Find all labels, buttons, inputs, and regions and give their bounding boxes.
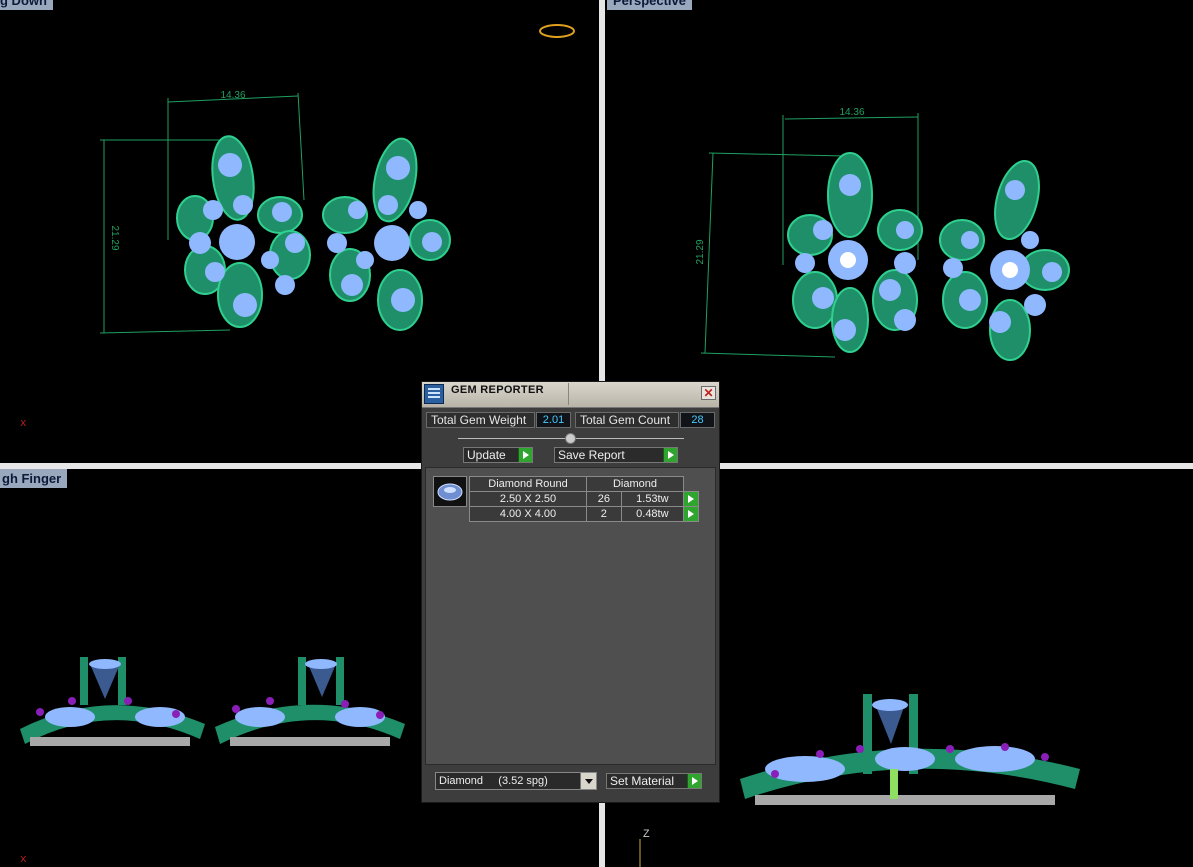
gem-weight: 1.53tw: [620, 491, 685, 507]
update-button-label: Update: [467, 448, 506, 462]
collapse-toggle-knob[interactable]: [565, 433, 576, 444]
gem-size: 4.00 X 4.00: [469, 506, 587, 522]
save-report-button[interactable]: Save Report: [554, 447, 678, 463]
width-dimension: 14.36: [220, 90, 245, 101]
axis-x-label: x: [20, 418, 27, 430]
gem-weight: 0.48tw: [620, 506, 685, 522]
camera-gizmo[interactable]: [539, 24, 575, 38]
front-right-earring: [215, 657, 405, 746]
left-earring: [176, 135, 311, 328]
gem-size: 2.50 X 2.50: [469, 491, 587, 507]
material-dropdown[interactable]: Diamond (3.52 spg): [435, 772, 597, 790]
select-row-arrow-icon[interactable]: [683, 491, 699, 507]
table-row[interactable]: 4.00 X 4.00 2 0.48tw: [469, 506, 699, 522]
set-material-button[interactable]: Set Material: [606, 773, 702, 789]
right-earring: [322, 137, 451, 331]
viewport-label-finger: gh Finger: [0, 469, 68, 488]
axis-z-label: Z: [643, 829, 650, 841]
front-left-earring: [20, 657, 205, 746]
set-material-arrow-icon: [687, 774, 701, 788]
save-report-label: Save Report: [558, 448, 625, 462]
title-separator: [568, 383, 569, 405]
gem-table-header: Diamond Round Diamond: [469, 476, 699, 492]
persp-right-earring: [939, 160, 1070, 361]
header-material: Diamond: [586, 476, 684, 492]
persp-left-earring: [787, 152, 923, 353]
gem-reporter-icon: [424, 384, 444, 404]
viewport-label-top: g Down: [0, 0, 53, 10]
gem-report-area: Diamond Round Diamond 2.50 X 2.50 26 1.5…: [425, 467, 716, 765]
axis-x-label-bottom: x: [20, 854, 27, 866]
total-gem-weight-label: Total Gem Weight: [426, 412, 535, 428]
total-gem-weight-value: 2.01: [536, 412, 571, 428]
round-diamond-icon: [437, 483, 463, 501]
total-gem-count-label: Total Gem Count: [575, 412, 679, 428]
close-button[interactable]: ✕: [701, 386, 716, 400]
chevron-down-icon[interactable]: [580, 773, 596, 789]
report-grid-icon: [428, 388, 440, 398]
total-gem-count-value: 28: [680, 412, 715, 428]
gem-count: 2: [586, 506, 622, 522]
panel-titlebar[interactable]: GEM REPORTER ✕: [422, 382, 719, 408]
material-dropdown-value: Diamond (3.52 spg): [439, 775, 548, 787]
viewport-label-perspective: Perspective: [607, 0, 692, 10]
round-gem-thumbnail[interactable]: [433, 476, 467, 507]
select-row-arrow-icon[interactable]: [683, 506, 699, 522]
update-button[interactable]: Update: [463, 447, 533, 463]
persp-width-dimension: 14.36: [839, 107, 864, 118]
gem-table: Diamond Round Diamond 2.50 X 2.50 26 1.5…: [469, 476, 699, 522]
table-row[interactable]: 2.50 X 2.50 26 1.53tw: [469, 491, 699, 507]
set-material-label: Set Material: [610, 774, 675, 788]
update-arrow-icon: [518, 448, 532, 462]
side-earring: [740, 694, 1080, 805]
save-report-arrow-icon: [663, 448, 677, 462]
height-dimension: 21.29: [109, 225, 120, 250]
gem-reporter-panel: GEM REPORTER ✕ Total Gem Weight 2.01 Tot…: [421, 381, 720, 803]
panel-title: GEM REPORTER: [451, 384, 544, 396]
persp-height-dimension: 21.29: [695, 239, 706, 264]
header-cut: Diamond Round: [469, 476, 587, 492]
gem-count: 26: [586, 491, 622, 507]
